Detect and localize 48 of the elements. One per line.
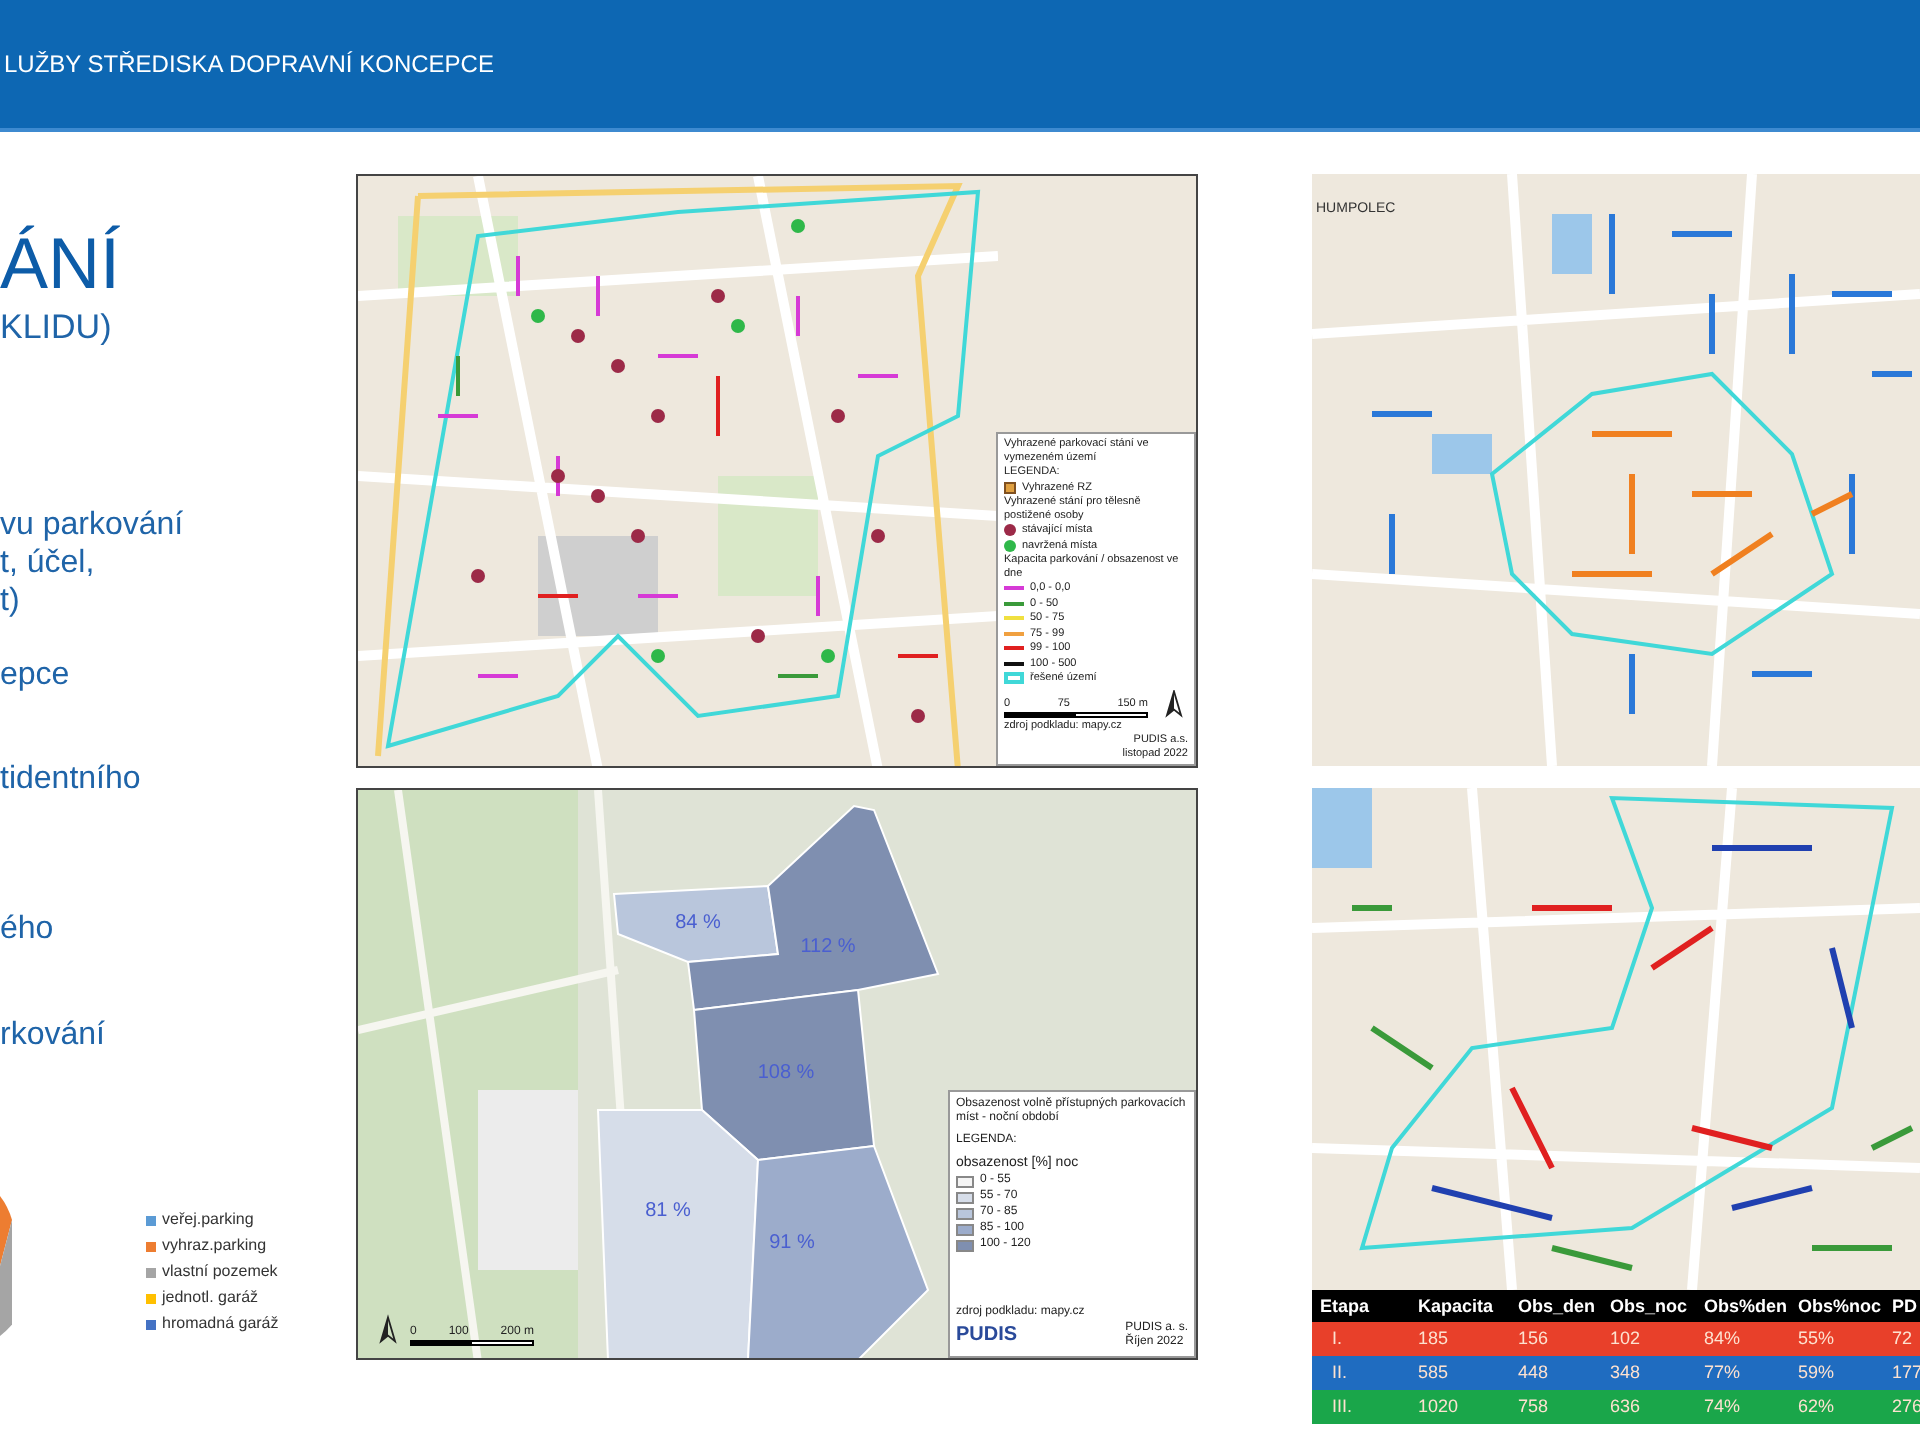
legend-label: jednotl. garáž bbox=[162, 1288, 259, 1308]
table-cell-text: 77% bbox=[1702, 1364, 1743, 1382]
zone-percent: 84 % bbox=[675, 914, 721, 934]
north-arrow-icon bbox=[1160, 689, 1188, 717]
bullet-text: vu parkování t, účel, t) bbox=[0, 506, 186, 620]
legend-label: vyhraz.parking bbox=[162, 1236, 267, 1256]
column-header: Obs_noc bbox=[1608, 1297, 1690, 1315]
scale-bar bbox=[1004, 711, 1148, 717]
slide-subtitle: KLIDU) bbox=[0, 308, 114, 348]
legend-label: hromadná garáž bbox=[162, 1314, 279, 1334]
north-arrow-icon bbox=[374, 1314, 402, 1346]
column-header: Obs%noc bbox=[1796, 1297, 1884, 1315]
table-cell-text: 59% bbox=[1796, 1364, 1837, 1382]
table-cell-text: 102 bbox=[1608, 1330, 1643, 1348]
column-header: Kapacita bbox=[1416, 1297, 1496, 1315]
legend-label: vlastní pozemek bbox=[162, 1262, 278, 1282]
column-header: Obs%den bbox=[1702, 1297, 1790, 1315]
scale-bar bbox=[410, 1340, 534, 1346]
bullet-text: rkování bbox=[0, 1016, 107, 1054]
table-cell-text: II. bbox=[1330, 1364, 1350, 1382]
bullet-text: ého bbox=[0, 910, 56, 948]
table-cell-text: 585 bbox=[1416, 1364, 1451, 1382]
table-cell-text: 1020 bbox=[1416, 1398, 1461, 1416]
table-cell-text: 636 bbox=[1608, 1398, 1643, 1416]
table-cell-text: 55% bbox=[1796, 1330, 1837, 1348]
legend-label: veřej.parking bbox=[162, 1210, 254, 1230]
pie-chart-drawing bbox=[0, 1196, 12, 1336]
slide-title: ÁNÍ bbox=[0, 220, 123, 308]
header-title: LUŽBY STŘEDISKA DOPRAVNÍ KONCEPCE bbox=[4, 48, 494, 82]
company-logo: PUDIS bbox=[956, 1326, 1018, 1346]
zone-percent: 91 % bbox=[769, 1234, 815, 1254]
column-header: Etapa bbox=[1318, 1297, 1372, 1315]
table-cell-text: 185 bbox=[1416, 1330, 1451, 1348]
column-header: PD bbox=[1890, 1297, 1920, 1315]
table-cell-text: 156 bbox=[1516, 1330, 1551, 1348]
table-cell-text: 74% bbox=[1702, 1398, 1743, 1416]
table-cell-text: 448 bbox=[1516, 1364, 1551, 1382]
table-cell-text: 72 bbox=[1890, 1330, 1915, 1348]
table-cell-text: 84% bbox=[1702, 1330, 1743, 1348]
table-cell-text: 62% bbox=[1796, 1398, 1837, 1416]
column-header: Obs_den bbox=[1516, 1297, 1598, 1315]
table-cell-text: 348 bbox=[1608, 1364, 1643, 1382]
bullet-text: tidentního bbox=[0, 760, 143, 798]
zone-percent: 81 % bbox=[645, 1202, 691, 1222]
table-cell-text: 758 bbox=[1516, 1398, 1551, 1416]
bullet-text: epce bbox=[0, 656, 72, 694]
table-cell-text: I. bbox=[1330, 1330, 1345, 1348]
table-cell-text: III. bbox=[1330, 1398, 1355, 1416]
